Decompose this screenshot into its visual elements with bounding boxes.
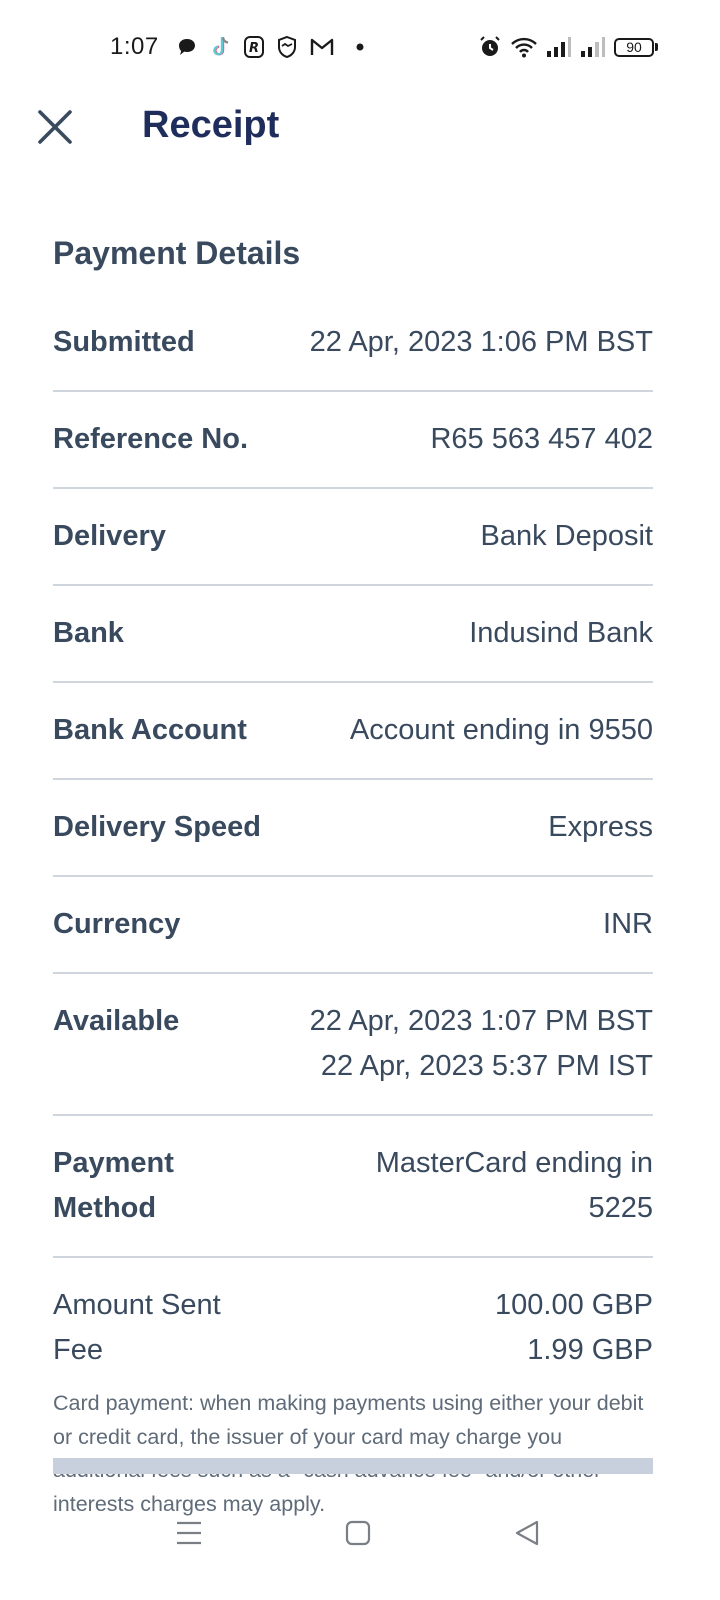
menu-button[interactable]: [164, 1508, 214, 1558]
system-icons: 90: [478, 34, 658, 60]
svg-text:R: R: [249, 41, 259, 56]
gmail-icon: [310, 34, 334, 60]
amount-sent-label: Amount Sent: [53, 1289, 221, 1321]
system-nav-bar: [0, 1500, 720, 1600]
r-app-icon: R: [244, 34, 264, 60]
detail-value: 22 Apr, 2023 1:06 PM BST: [309, 326, 653, 358]
detail-label: Currency: [53, 908, 181, 940]
fee-row: Fee 1.99 GBP: [53, 1328, 653, 1373]
section-title: Payment Details: [53, 235, 301, 271]
chat-bubble-icon: [176, 34, 198, 60]
signal-icon: [546, 34, 572, 60]
back-icon: [515, 1520, 539, 1546]
amount-sent-value: 100.00 GBP: [495, 1289, 653, 1321]
available-time-bst: 22 Apr, 2023 1:07 PM BST: [309, 1005, 653, 1037]
close-button[interactable]: [30, 102, 80, 152]
detail-value: MasterCard ending in 5225: [375, 1147, 653, 1224]
notification-icons: R: [176, 34, 364, 60]
detail-label: Bank: [53, 617, 124, 649]
details-list: Submitted 22 Apr, 2023 1:06 PM BST Refer…: [53, 320, 653, 1258]
detail-row-reference: Reference No. R65 563 457 402: [53, 392, 653, 489]
detail-label: Submitted: [53, 326, 195, 358]
detail-label: Available: [53, 1005, 180, 1037]
detail-label: Payment Method: [53, 1147, 174, 1224]
dot-icon: [356, 34, 364, 60]
detail-label: Delivery Speed: [53, 811, 261, 843]
home-icon: [345, 1520, 371, 1546]
detail-row-currency: Currency INR: [53, 877, 653, 974]
detail-value: Bank Deposit: [480, 520, 654, 552]
detail-label: Reference No.: [53, 423, 249, 455]
battery-icon: 90: [614, 37, 658, 57]
signal-icon: [580, 34, 606, 60]
amounts-section: Amount Sent 100.00 GBP Fee 1.99 GBP: [53, 1283, 653, 1373]
detail-row-bank-account: Bank Account Account ending in 9550: [53, 683, 653, 780]
detail-value: R65 563 457 402: [430, 423, 653, 455]
detail-row-bank: Bank Indusind Bank: [53, 586, 653, 683]
receipt-content: Payment Details Submitted 22 Apr, 2023 1…: [53, 226, 653, 1521]
amount-sent-row: Amount Sent 100.00 GBP: [53, 1283, 653, 1328]
fee-label: Fee: [53, 1334, 103, 1366]
detail-row-payment-method: Payment Method MasterCard ending in 5225: [53, 1116, 653, 1258]
back-button[interactable]: [502, 1508, 552, 1558]
available-time-ist: 22 Apr, 2023 5:37 PM IST: [320, 1050, 653, 1082]
detail-row-delivery: Delivery Bank Deposit: [53, 489, 653, 586]
alarm-icon: [478, 34, 502, 60]
detail-value: Express: [548, 811, 653, 843]
close-icon: [38, 110, 72, 144]
detail-value: INR: [603, 908, 653, 940]
menu-icon: [177, 1521, 201, 1545]
fee-value: 1.99 GBP: [527, 1334, 653, 1366]
detail-value: Indusind Bank: [469, 617, 653, 649]
battery-level: 90: [614, 37, 654, 57]
detail-row-submitted: Submitted 22 Apr, 2023 1:06 PM BST: [53, 320, 653, 392]
detail-label: Bank Account: [53, 714, 247, 746]
detail-row-delivery-speed: Delivery Speed Express: [53, 780, 653, 877]
bottom-divider-bar: [53, 1458, 653, 1474]
home-button[interactable]: [333, 1508, 383, 1558]
status-bar: 1:07 R 90: [0, 0, 720, 94]
detail-value: 22 Apr, 2023 1:07 PM BST 22 Apr, 2023 5:…: [310, 999, 653, 1089]
header: Receipt: [0, 94, 720, 184]
wifi-icon: [510, 34, 538, 60]
shield-handshake-icon: [276, 34, 298, 60]
detail-value: Account ending in 9550: [349, 714, 653, 746]
page-title: Receipt: [142, 104, 280, 146]
detail-label: Delivery: [53, 520, 166, 552]
status-time: 1:07: [110, 33, 159, 60]
tiktok-icon: [210, 34, 232, 60]
detail-row-available: Available 22 Apr, 2023 1:07 PM BST 22 Ap…: [53, 974, 653, 1116]
